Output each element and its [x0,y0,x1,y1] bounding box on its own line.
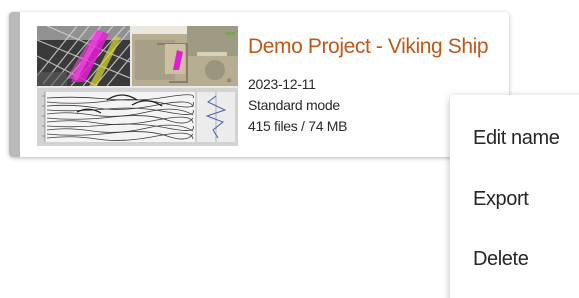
menu-item-export[interactable]: Export [450,176,579,222]
project-title[interactable]: Demo Project - Viking Ship [248,35,489,59]
menu-item-edit-name[interactable]: Edit name [450,115,579,161]
project-file-summary: 415 files / 74 MB [248,118,348,134]
project-date: 2023-12-11 [248,76,316,92]
svg-text:⊙: ⊙ [227,78,231,84]
project-thumbnail: ⊙ [37,26,238,146]
project-context-menu: Edit name Export Delete [450,95,579,298]
project-card[interactable]: ⊙ Demo Project - Viking Ship 2023-12-11 … [9,12,509,157]
menu-item-delete[interactable]: Delete [450,236,579,282]
app-stage: ⊙ Demo Project - Viking Ship 2023-12-11 … [0,0,579,298]
card-accent-bar [9,12,20,157]
project-mode: Standard mode [248,97,340,113]
thumbnail-image: ⊙ [37,26,238,146]
